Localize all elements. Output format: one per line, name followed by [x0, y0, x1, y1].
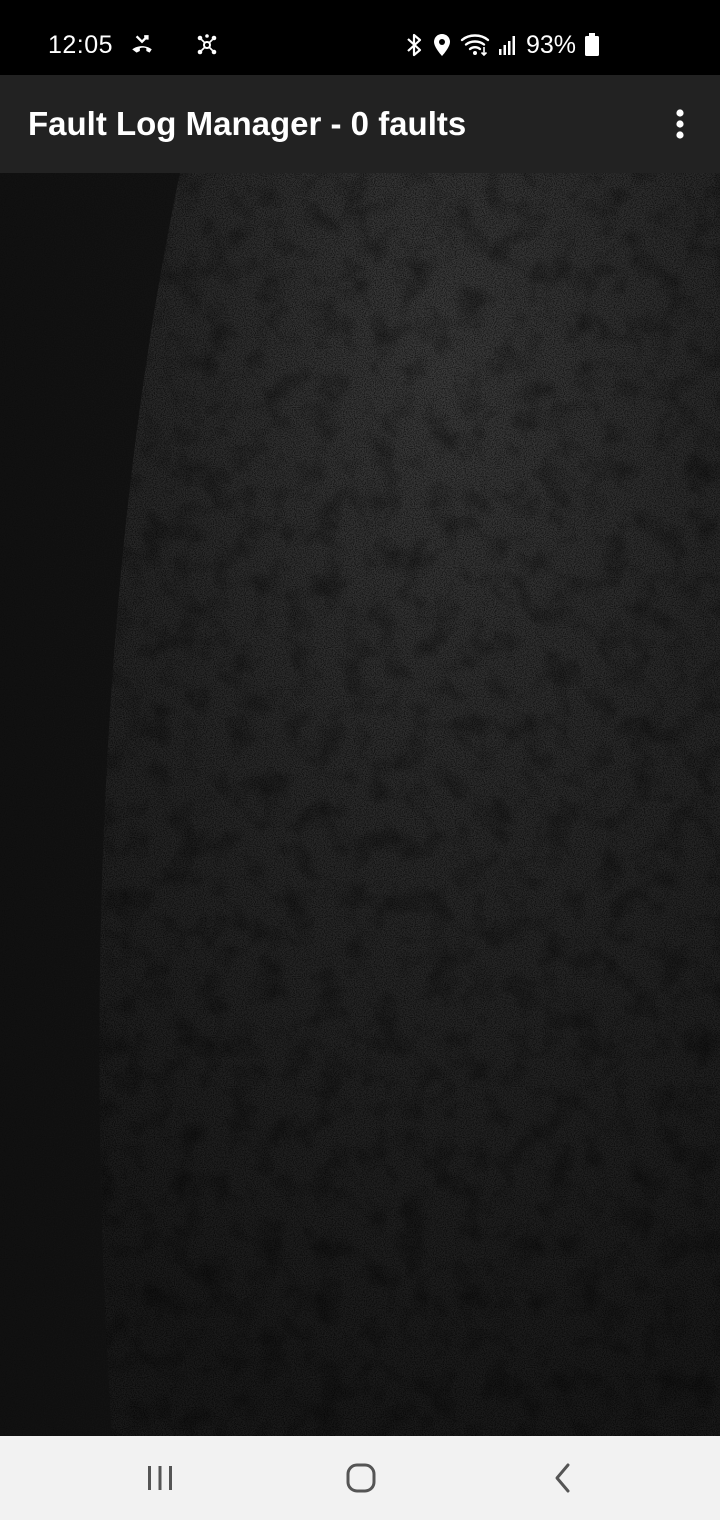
status-bar: 12:05 93% [0, 0, 720, 75]
network-hub-icon [195, 33, 219, 57]
missed-call-icon [129, 32, 155, 58]
bluetooth-icon [404, 32, 424, 58]
overflow-menu-button[interactable] [656, 100, 704, 148]
phone-screen: 12:05 93% Fault Log Manager - 0 faults [0, 0, 720, 1520]
home-icon [345, 1462, 377, 1494]
battery-percent: 93% [525, 30, 576, 59]
page-title: Fault Log Manager - 0 faults [28, 105, 467, 142]
fault-list-area [0, 173, 720, 1436]
home-button[interactable] [321, 1446, 401, 1510]
background-texture [0, 173, 720, 1436]
back-icon [552, 1462, 574, 1494]
app-bar: Fault Log Manager - 0 faults [0, 75, 720, 173]
battery-icon [584, 32, 600, 58]
status-time: 12:05 [48, 30, 114, 59]
signal-icon [498, 34, 518, 56]
recent-apps-button[interactable] [120, 1446, 200, 1510]
more-vert-icon [674, 108, 686, 140]
system-nav-bar [0, 1436, 720, 1520]
wifi-icon [460, 32, 490, 58]
back-button[interactable] [523, 1446, 603, 1510]
recent-apps-icon [145, 1464, 175, 1492]
location-icon [432, 32, 452, 58]
